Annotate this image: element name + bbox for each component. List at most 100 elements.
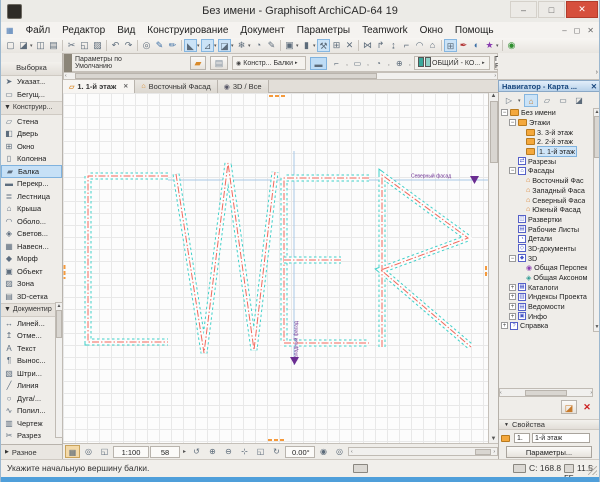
navigator-mode-3[interactable]: ▭ <box>556 94 570 107</box>
toolbar-icon-30[interactable]: ✒ <box>457 39 470 52</box>
toolbar-icon-10[interactable]: ✎ <box>153 39 166 52</box>
viewbar-icon-1[interactable]: ◎ <box>81 445 96 458</box>
toolbar-icon-28[interactable]: ⌂ <box>426 39 439 52</box>
toolbar-icon-27[interactable]: ◠ <box>413 39 426 52</box>
canvas-nav-icon-5[interactable]: ↻ <box>269 445 284 458</box>
tool-Текст[interactable]: AТекст <box>1 342 62 355</box>
menu-конструирование[interactable]: Конструирование <box>141 25 234 36</box>
toolbar-icon-0[interactable]: ▢ <box>4 39 17 52</box>
navigator-caret-icon[interactable]: ▾ <box>518 98 522 104</box>
tree-item-Ведомости[interactable]: +▤Ведомости <box>499 302 593 312</box>
geometry-method-2[interactable]: ▭ <box>349 57 366 70</box>
viewbar-caret-icon[interactable]: ▸ <box>181 448 188 455</box>
favorites-dropdown[interactable]: ◉ Констр... Балки ▸ <box>232 56 306 70</box>
tree-item-Без имени[interactable]: −Без имени <box>499 108 593 118</box>
tree-item-Западный Фаса[interactable]: ⌂Западный Фаса <box>499 186 593 196</box>
resize-grip[interactable] <box>588 466 597 475</box>
tool-Балка[interactable]: ▰Балка <box>1 165 62 178</box>
mdi-button-0[interactable]: – <box>562 26 566 35</box>
canvas-vscrollbar[interactable]: ▲▼ <box>488 93 498 443</box>
navigator-mode-2[interactable]: ▱ <box>540 94 554 107</box>
tool-Штри[interactable]: ▧Штри... <box>1 367 62 380</box>
tree-item-Инфо[interactable]: +▣Инфо <box>499 311 593 321</box>
info-box-tab[interactable] <box>64 54 72 72</box>
expand-icon[interactable]: − <box>501 109 508 116</box>
toolbar-icon-5[interactable]: ◱ <box>78 39 91 52</box>
tool-Дверь[interactable]: ◧Дверь <box>1 128 62 141</box>
toolbar-icon-23[interactable]: ⋈ <box>361 39 374 52</box>
geometry-method-4[interactable]: ⊕ <box>391 57 408 70</box>
tree-item-1. 1-й этаж[interactable]: 1. 1-й этаж <box>499 147 593 157</box>
tool-Навесн[interactable]: ▦Навесн... <box>1 240 62 253</box>
overflow-chevron-icon[interactable]: › <box>596 69 598 76</box>
tool-Крыша[interactable]: ⌂Крыша <box>1 203 62 216</box>
zoom-extra-icon-0[interactable]: ◉ <box>316 445 331 458</box>
toolbar-icon-8[interactable]: ↷ <box>122 39 135 52</box>
expand-icon[interactable]: + <box>509 284 516 291</box>
tree-item-Каталоги[interactable]: +▦Каталоги <box>499 282 593 292</box>
viewbar-icon-2[interactable]: ◱ <box>97 445 112 458</box>
canvas-hscrollbar[interactable]: ‹› <box>348 447 498 456</box>
close-button[interactable]: ✕ <box>566 1 598 18</box>
menu-параметры[interactable]: Параметры <box>291 25 356 36</box>
tree-item-Общая Перспек[interactable]: ◉Общая Перспек <box>499 263 593 273</box>
tree-hscrollbar[interactable]: ‹› <box>499 388 593 397</box>
canvas-nav-icon-3[interactable]: ⊹ <box>237 445 252 458</box>
tree-item-Справка[interactable]: +?Справка <box>499 321 593 331</box>
toolbar-icon-22[interactable]: ✕ <box>343 39 356 52</box>
tool-Линей[interactable]: ↔Линей... <box>1 317 62 330</box>
toolbox-section-Документир[interactable]: ▼ Документир <box>1 303 62 318</box>
toolbar-icon-29[interactable]: ⊞ <box>444 39 457 52</box>
geometry-method-3[interactable]: ◔ <box>370 57 387 70</box>
expand-icon[interactable]: + <box>509 293 516 300</box>
tool-3D-сетка[interactable]: ▤3D-сетка <box>1 290 62 303</box>
expand-icon[interactable]: + <box>501 322 508 329</box>
tree-item-Разрезы[interactable]: ⇄Разрезы <box>499 156 593 166</box>
tool-Оболо[interactable]: ◠Оболо... <box>1 215 62 228</box>
toolbox-section-Конструир...[interactable]: ▼ Конструир... <box>1 101 62 116</box>
canvas-nav-icon-2[interactable]: ⊖ <box>221 445 236 458</box>
navigator-mode-0[interactable]: ▷ <box>502 94 516 107</box>
canvas-nav-icon-0[interactable]: ↺ <box>189 445 204 458</box>
eraser-icon[interactable]: ▰ <box>190 56 206 70</box>
canvas-nav-icon-4[interactable]: ◱ <box>253 445 268 458</box>
canvas-nav-icon-1[interactable]: ⊕ <box>205 445 220 458</box>
maximize-button[interactable]: □ <box>538 1 565 18</box>
tool-Чертеж[interactable]: ▥Чертеж <box>1 417 62 430</box>
menu-файл[interactable]: Файл <box>20 25 57 36</box>
scale-selector[interactable]: 1:100 <box>113 446 149 458</box>
tool-Морф[interactable]: ◆Морф <box>1 253 62 266</box>
delete-icon[interactable]: ✕ <box>579 400 595 414</box>
tool-Отме[interactable]: ↥Отме... <box>1 330 62 343</box>
zoom-level[interactable]: 58 % <box>150 446 180 458</box>
menu-вид[interactable]: Вид <box>111 25 141 36</box>
tool-Лестница[interactable]: ≣Лестница <box>1 190 62 203</box>
floor-plan-canvas[interactable]: Северный фасадЗападный фасад <box>63 93 488 443</box>
orientation-angle[interactable]: 0.00° <box>285 446 315 458</box>
toolbox-scrollbar[interactable]: ▲ <box>55 302 63 438</box>
navigator-mode-4[interactable]: ◪ <box>572 94 586 107</box>
toolbar-icon-33[interactable]: ◉ <box>505 39 518 52</box>
tree-item-Рабочие Листы[interactable]: ▤Рабочие Листы <box>499 224 593 234</box>
toolbar-caret-icon[interactable]: ▾ <box>496 43 500 49</box>
tree-item-Восточный Фас[interactable]: ⌂Восточный Фас <box>499 176 593 186</box>
tree-item-Общая Аксоном[interactable]: ◈Общая Аксоном <box>499 273 593 283</box>
toolbar-icon-4[interactable]: ✂ <box>65 39 78 52</box>
tree-item-Северный Фаса[interactable]: ⌂Северный Фаса <box>499 195 593 205</box>
geometry-method-1[interactable]: ⌐ <box>328 57 345 70</box>
story-number-field[interactable]: 1. <box>514 433 530 443</box>
tab-close-icon[interactable]: ✕ <box>123 83 128 90</box>
settings-button[interactable]: Параметры... <box>506 446 592 458</box>
viewbar-icon-0[interactable]: ▦ <box>65 445 80 458</box>
toolbar-icon-3[interactable]: ▤ <box>47 39 60 52</box>
menu-документ[interactable]: Документ <box>234 25 290 36</box>
navigator-header[interactable]: Навигатор - Карта ... ✕ <box>498 80 600 92</box>
toolbar-icon-2[interactable]: ◫ <box>34 39 47 52</box>
toolbar-icon-26[interactable]: ⌐ <box>400 39 413 52</box>
toolbar-icon-14[interactable]: ◪ <box>218 39 231 52</box>
tree-vscrollbar[interactable]: ▲▼ <box>593 108 600 332</box>
mdi-button-2[interactable]: ✕ <box>587 26 594 35</box>
new-folder-icon[interactable]: ◪ <box>561 400 577 414</box>
tool-Полил[interactable]: ∿Полил... <box>1 405 62 418</box>
navigator-close-icon[interactable]: ✕ <box>591 82 597 91</box>
